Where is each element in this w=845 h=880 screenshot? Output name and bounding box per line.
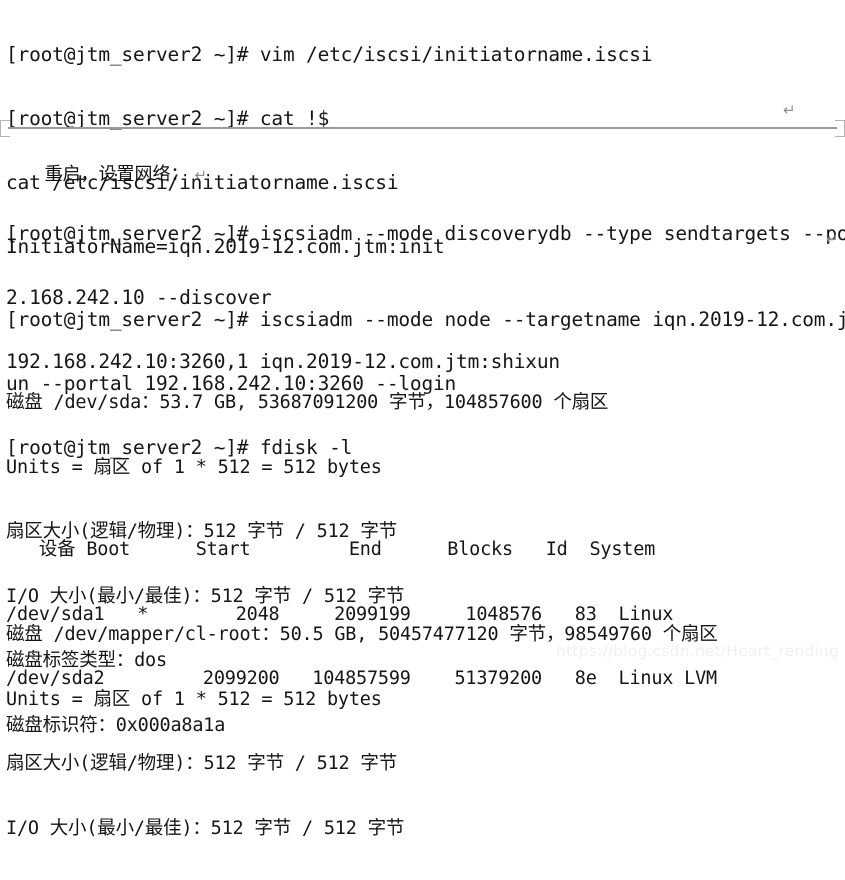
- section-break-rule: [8, 127, 837, 129]
- paragraph-return-icon: ↵: [826, 230, 839, 248]
- disk-info-line: I/O 大小(最小/最佳)：512 字节 / 512 字节: [6, 817, 405, 839]
- paragraph-return-icon: ↵: [783, 101, 796, 119]
- section-break: [0, 120, 845, 137]
- disk-info-mapper-cl-root: 磁盘 /dev/mapper/cl-root：50.5 GB, 50457477…: [6, 584, 718, 880]
- disk-info-line: 扇区大小(逻辑/物理)：512 字节 / 512 字节: [6, 753, 398, 774]
- disk-info-line: Units = 扇区 of 1 * 512 = 512 bytes: [6, 688, 382, 710]
- disk-info-line: Units = 扇区 of 1 * 512 = 512 bytes: [6, 456, 382, 478]
- csdn-watermark: https://blog.csdn.net/Heart_rending: [556, 642, 839, 660]
- terminal-line: [root@jtm_server2 ~]# vim /etc/iscsi/ini…: [6, 43, 653, 66]
- terminal-line: [root@jtm_server2 ~]# iscsiadm --mode no…: [6, 308, 845, 331]
- document-page: [root@jtm_server2 ~]# vim /etc/iscsi/ini…: [0, 0, 845, 839]
- paragraph-return-icon: ↵: [194, 166, 208, 184]
- section-break-right-bracket-icon: [835, 120, 845, 137]
- disk-info-line: 磁盘 /dev/sda：53.7 GB, 53687091200 字节，1048…: [6, 392, 609, 413]
- partition-table-header: 设备 Boot Start End Blocks Id System: [6, 539, 656, 560]
- terminal-line: [root@jtm_server2 ~]# iscsiadm --mode di…: [6, 222, 845, 245]
- note-text: 重启，设置网络：: [44, 164, 189, 185]
